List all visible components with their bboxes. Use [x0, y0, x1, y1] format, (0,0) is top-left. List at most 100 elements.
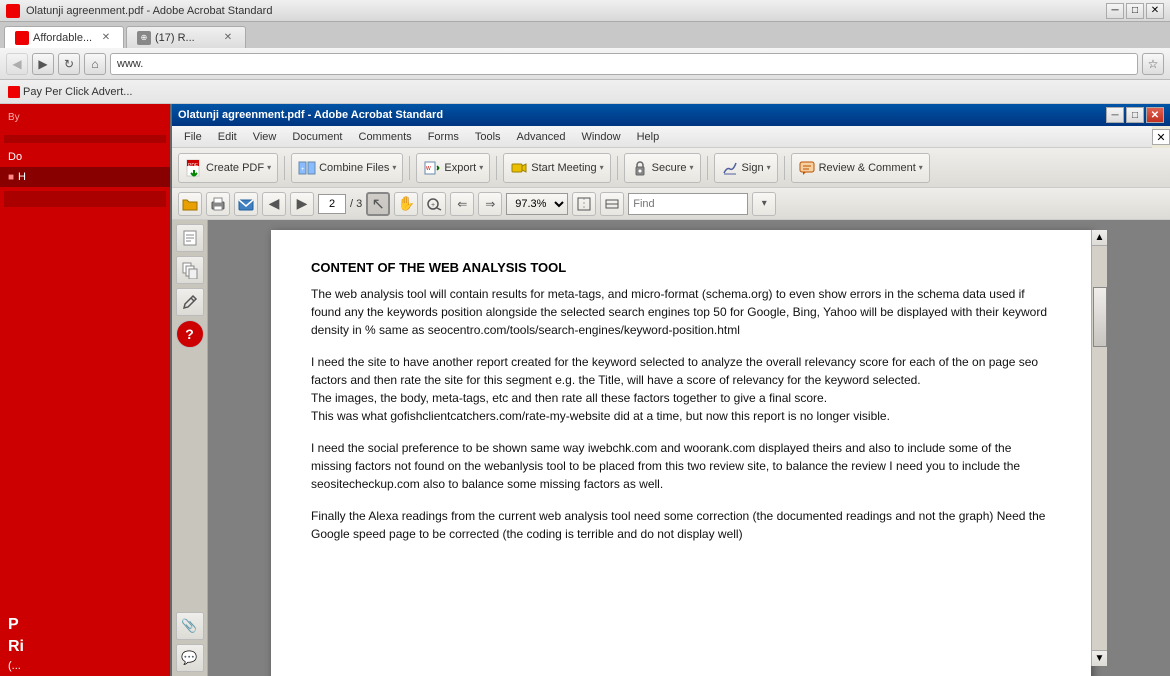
combine-files-dropdown[interactable]: ▾	[392, 163, 396, 172]
menu-comments[interactable]: Comments	[351, 129, 420, 145]
next-page-button[interactable]: ▶	[290, 192, 314, 216]
panel-attachment-icon[interactable]: 📎	[176, 612, 204, 640]
tab-favicon-2: ⊕	[137, 31, 151, 45]
review-comment-dropdown[interactable]: ▾	[919, 163, 923, 172]
address-bar[interactable]	[110, 53, 1138, 75]
panel-bookmarks-icon[interactable]	[176, 224, 204, 252]
hand-tool-button[interactable]: ✋	[394, 192, 418, 216]
zoom-marquee-button[interactable]: +	[422, 192, 446, 216]
create-pdf-dropdown[interactable]: ▾	[267, 163, 271, 172]
scrollbar-down-button[interactable]: ▼	[1092, 650, 1107, 666]
cursor-tool-button[interactable]: ↖	[366, 192, 390, 216]
acrobat-minimize[interactable]: ─	[1106, 107, 1124, 123]
bookmark-item-1[interactable]: Pay Per Click Advert...	[8, 86, 132, 98]
secure-dropdown[interactable]: ▾	[690, 163, 694, 172]
pdf-heading: CONTENT OF THE WEB ANALYSIS TOOL	[311, 260, 1051, 275]
by-label: By	[8, 112, 162, 123]
menu-forms[interactable]: Forms	[420, 129, 467, 145]
combine-files-icon: +	[298, 159, 316, 177]
separator-6	[784, 156, 785, 180]
acrobat-window: Olatunji agreenment.pdf - Adobe Acrobat …	[170, 104, 1170, 676]
minimize-button[interactable]: ─	[1106, 3, 1124, 19]
tab-close-1[interactable]: ✕	[99, 31, 113, 45]
title-bar-left: Olatunji agreenment.pdf - Adobe Acrobat …	[6, 4, 272, 18]
fit-width-button[interactable]	[600, 192, 624, 216]
menu-view[interactable]: View	[245, 129, 285, 145]
maximize-button[interactable]: □	[1126, 3, 1144, 19]
combine-files-label: Combine Files	[319, 162, 389, 174]
pdf-scrollbar[interactable]: ▲ ▼	[1091, 230, 1107, 666]
tab-close-2[interactable]: ✕	[221, 31, 235, 45]
create-pdf-label: Create PDF	[206, 162, 264, 174]
menu-tools[interactable]: Tools	[467, 129, 509, 145]
scrollbar-up-button[interactable]: ▲	[1092, 230, 1107, 246]
sign-label: Sign	[742, 162, 764, 174]
sidebar-p-label: P	[0, 612, 170, 638]
scrollbar-track[interactable]	[1092, 246, 1107, 650]
scrollbar-thumb[interactable]	[1093, 287, 1107, 347]
bookmark-bar: Pay Per Click Advert...	[0, 80, 1170, 104]
combine-files-button[interactable]: + Combine Files ▾	[291, 153, 403, 183]
create-pdf-button[interactable]: PDF Create PDF ▾	[178, 153, 278, 183]
menu-file[interactable]: File	[176, 129, 210, 145]
start-meeting-icon	[510, 159, 528, 177]
acrobat-main-area: ? 📎 💬 CONTENT OF THE WEB ANALYSIS TOOL T…	[172, 220, 1170, 676]
panel-edit-icon[interactable]	[176, 288, 204, 316]
close-button[interactable]: ✕	[1146, 3, 1164, 19]
panel-comment-icon[interactable]: 💬	[176, 644, 204, 672]
panel-pages-icon[interactable]	[176, 256, 204, 284]
separator-3	[496, 156, 497, 180]
acrobat-title-text: Olatunji agreenment.pdf - Adobe Acrobat …	[178, 109, 443, 121]
secure-button[interactable]: Secure ▾	[624, 153, 701, 183]
tab-label-2: (17) R...	[155, 32, 195, 44]
open-folder-button[interactable]	[178, 192, 202, 216]
review-comment-button[interactable]: Review & Comment ▾	[791, 153, 930, 183]
question-mark: ?	[185, 326, 194, 342]
find-dropdown-button[interactable]: ▾	[752, 192, 776, 216]
forward-button[interactable]: ▶	[32, 53, 54, 75]
acrobat-menu-close-button[interactable]: ✕	[1152, 129, 1170, 145]
separator-4	[617, 156, 618, 180]
review-comment-icon	[798, 159, 816, 177]
menu-document[interactable]: Document	[284, 129, 350, 145]
start-meeting-dropdown[interactable]: ▾	[600, 163, 604, 172]
start-meeting-button[interactable]: Start Meeting ▾	[503, 153, 610, 183]
menu-edit[interactable]: Edit	[210, 129, 245, 145]
star-button[interactable]: ☆	[1142, 53, 1164, 75]
svg-text:+: +	[431, 202, 435, 209]
menu-advanced[interactable]: Advanced	[509, 129, 574, 145]
menu-help[interactable]: Help	[629, 129, 668, 145]
export-dropdown[interactable]: ▾	[479, 163, 483, 172]
tab-1[interactable]: Affordable... ✕	[4, 26, 124, 48]
fit-page-button[interactable]	[572, 192, 596, 216]
go-back-button[interactable]: ⇐	[450, 192, 474, 216]
menu-window[interactable]: Window	[573, 129, 628, 145]
reload-button[interactable]: ↻	[58, 53, 80, 75]
sidebar-red-block	[4, 135, 166, 143]
acrobat-left-panel: ? 📎 💬	[172, 220, 208, 676]
main-area: By Do ■ H P Ri (... Olatunji agreenment.…	[0, 104, 1170, 676]
prev-page-button[interactable]: ◀	[262, 192, 286, 216]
svg-text:PDF: PDF	[188, 163, 198, 169]
find-input[interactable]	[628, 193, 748, 215]
back-button[interactable]: ◀	[6, 53, 28, 75]
go-forward-button[interactable]: ⇒	[478, 192, 502, 216]
sidebar-h-block: ■ H	[0, 167, 170, 187]
sidebar-parens: (...	[0, 660, 170, 676]
sign-button[interactable]: Sign ▾	[714, 153, 778, 183]
print-button[interactable]	[206, 192, 230, 216]
export-button[interactable]: W Export ▾	[416, 153, 490, 183]
acrobat-window-controls: ─ □ ✕	[1106, 107, 1164, 123]
sign-icon	[721, 159, 739, 177]
home-button[interactable]: ⌂	[84, 53, 106, 75]
panel-help-icon[interactable]: ?	[176, 320, 204, 348]
page-number-input[interactable]	[318, 194, 346, 214]
zoom-dropdown[interactable]: 97.3% 50% 75% 100% 125% 150%	[506, 193, 568, 215]
acrobat-maximize[interactable]: □	[1126, 107, 1144, 123]
email-button[interactable]	[234, 192, 258, 216]
acrobat-close[interactable]: ✕	[1146, 107, 1164, 123]
browser-favicon	[6, 4, 20, 18]
sidebar-h-text: H	[18, 171, 26, 183]
sign-dropdown[interactable]: ▾	[767, 163, 771, 172]
tab-2[interactable]: ⊕ (17) R... ✕	[126, 26, 246, 48]
